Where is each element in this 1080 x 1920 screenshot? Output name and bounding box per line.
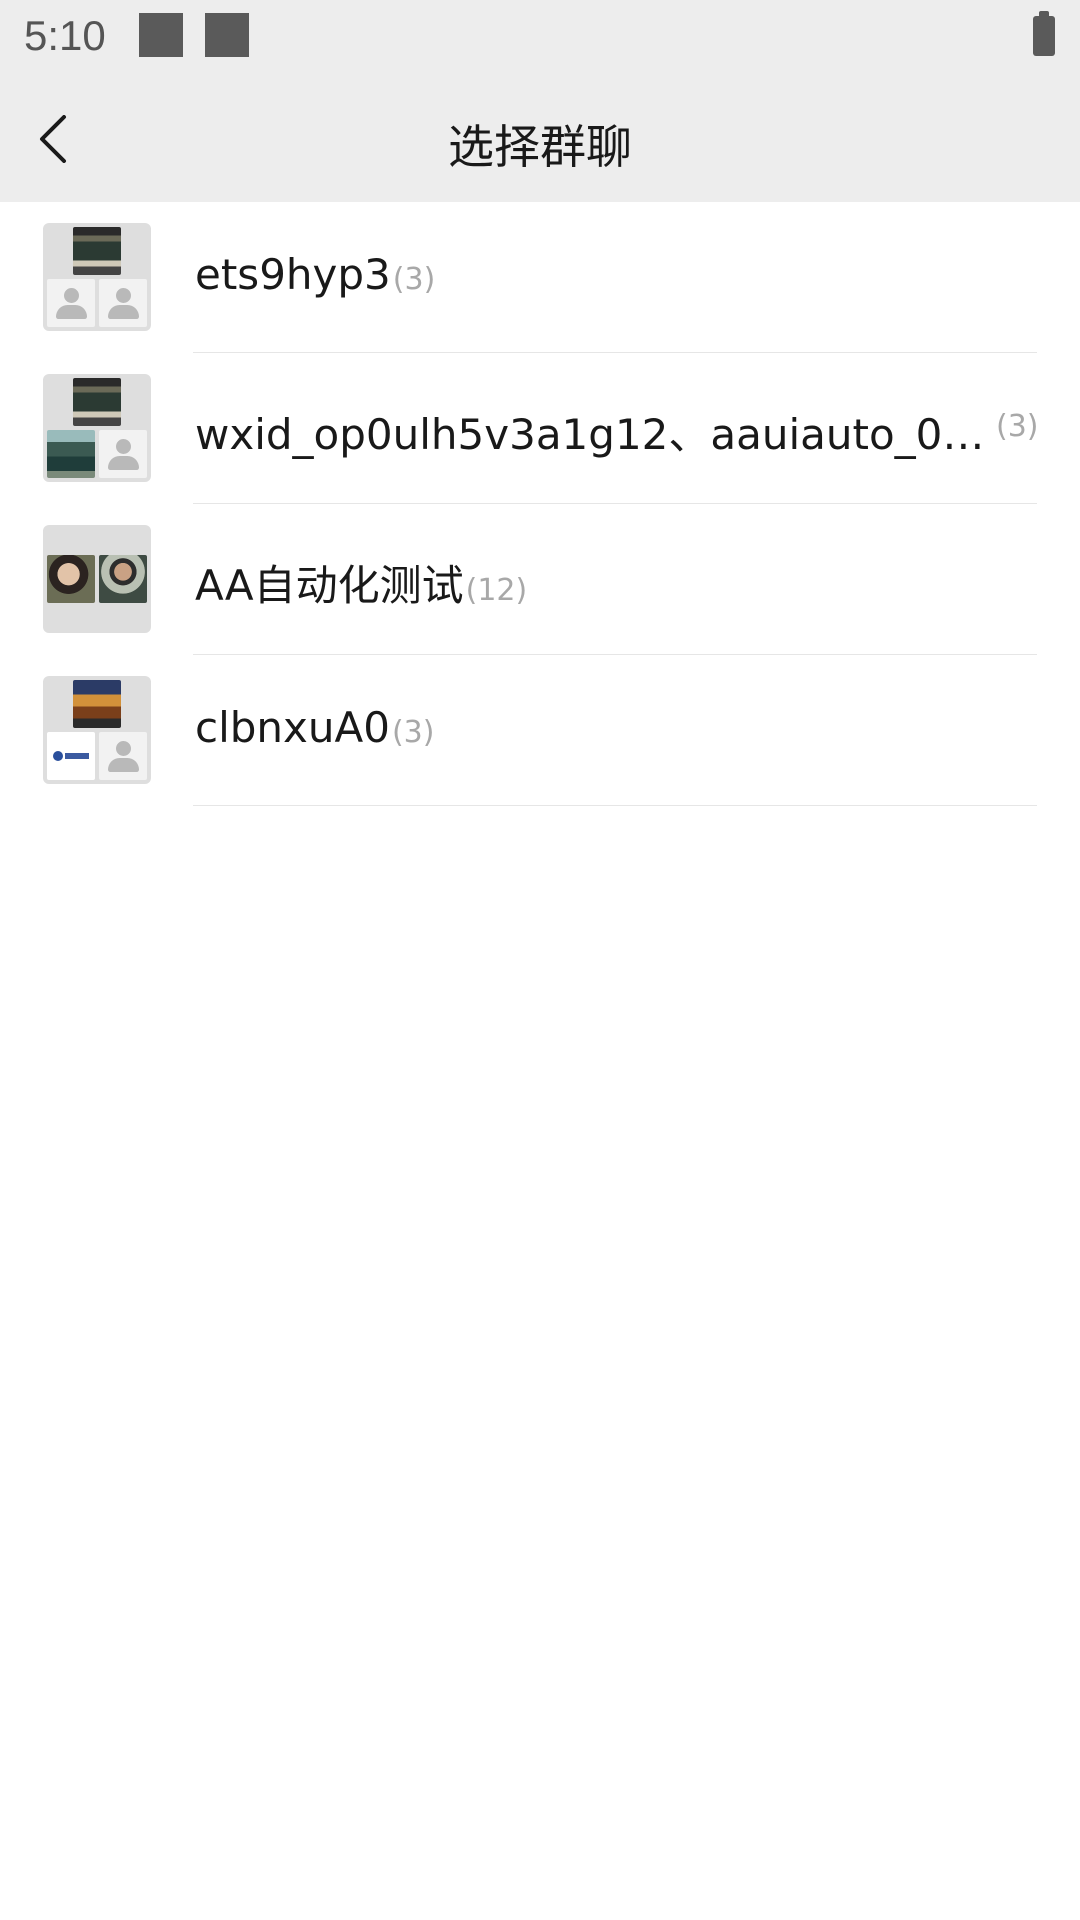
- status-time: 5:10: [24, 12, 106, 59]
- group-name: ets9hyp3(3): [195, 250, 436, 299]
- group-row[interactable]: clbnxuA0(3): [0, 655, 1080, 806]
- member-count: (3): [391, 715, 435, 750]
- title-bar: 选择群聊: [0, 75, 1080, 202]
- group-name: clbnxuA0(3): [195, 703, 435, 752]
- member-count: (3): [392, 262, 436, 297]
- status-bar: 5:10: [0, 0, 1080, 75]
- page-title: 选择群聊: [448, 120, 632, 174]
- group-row[interactable]: ets9hyp3(3): [0, 202, 1080, 353]
- group-avatar: [43, 676, 151, 784]
- battery-icon: [1033, 11, 1055, 56]
- divider: [193, 805, 1037, 806]
- member-count: (3): [996, 409, 1039, 444]
- group-name: AA自动化测试(12): [195, 561, 528, 610]
- group-row[interactable]: AA自动化测试(12): [0, 504, 1080, 655]
- group-list: ets9hyp3(3) wxid_op0ulh5v3a1g12、aauiauto…: [0, 202, 1080, 806]
- group-avatar: [43, 374, 151, 482]
- member-count: (12): [465, 573, 528, 608]
- group-avatar: [43, 223, 151, 331]
- group-name: wxid_op0ulh5v3a1g12、aauiauto_004、aauiaut…: [195, 410, 985, 459]
- notification-icon: [139, 13, 183, 57]
- group-row[interactable]: wxid_op0ulh5v3a1g12、aauiauto_004、aauiaut…: [0, 353, 1080, 504]
- notification-icon: [205, 13, 249, 57]
- group-avatar: [43, 525, 151, 633]
